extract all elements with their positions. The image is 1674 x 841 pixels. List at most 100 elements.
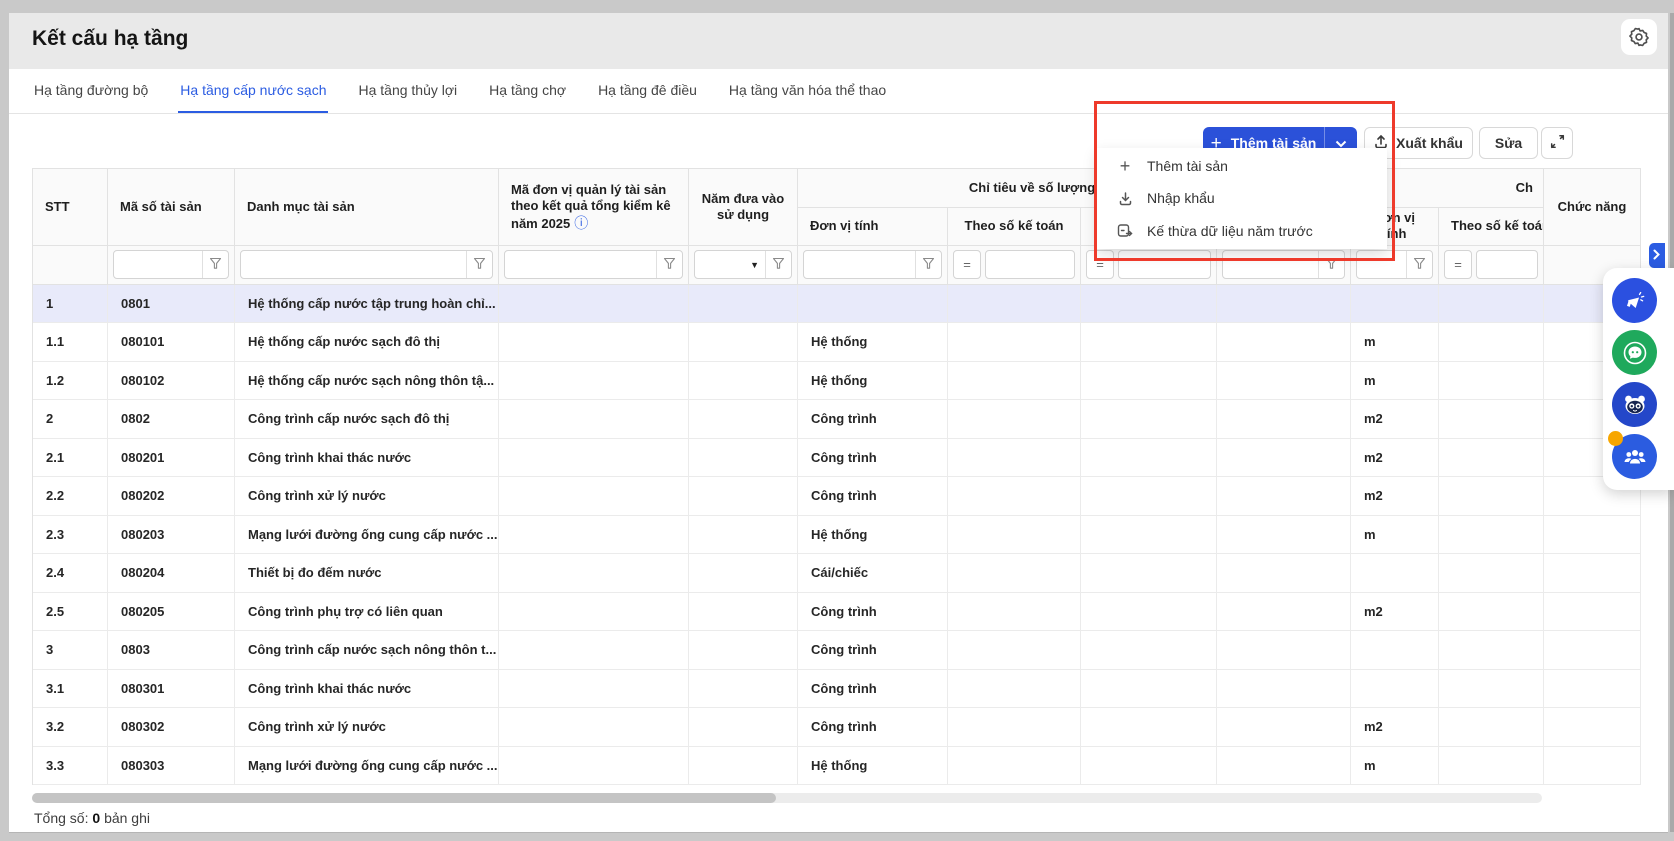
row-3.2-cell-inventory[interactable] xyxy=(1081,708,1217,747)
row-3.2-cell-unit2[interactable]: m2 xyxy=(1351,708,1439,747)
row-1.1-cell-inventory[interactable] xyxy=(1081,323,1217,362)
row-3-cell-unit2[interactable] xyxy=(1351,631,1439,670)
row-2.5-cell-year[interactable] xyxy=(689,592,798,631)
row-2-cell-inventory[interactable] xyxy=(1081,400,1217,439)
row-2.3-cell-unit_code[interactable] xyxy=(499,515,689,554)
row-1.2-cell-inventory[interactable] xyxy=(1081,361,1217,400)
row-3.1-cell-inventory[interactable] xyxy=(1081,669,1217,708)
horizontal-scrollbar-thumb[interactable] xyxy=(32,793,776,803)
edit-button[interactable]: Sửa xyxy=(1479,127,1538,159)
filter-input-accounting[interactable] xyxy=(986,251,1074,278)
row-1.2-cell-accounting[interactable] xyxy=(948,361,1081,400)
filter-input-year[interactable]: ▼ xyxy=(695,251,765,278)
col-header-stt[interactable]: STT xyxy=(33,169,108,246)
row-1-cell-unit[interactable] xyxy=(798,284,948,323)
filter-operator-inventory[interactable]: = xyxy=(1086,250,1114,280)
row-2-cell-unit_code[interactable] xyxy=(499,400,689,439)
row-3.2-cell-function[interactable] xyxy=(1544,708,1641,747)
row-3.1-cell-year[interactable] xyxy=(689,669,798,708)
community-fab[interactable] xyxy=(1608,431,1657,479)
tab-duong-bo[interactable]: Hạ tầng đường bộ xyxy=(32,69,150,113)
row-2.4-cell-code[interactable]: 080204 xyxy=(108,554,235,593)
filter-funnel-button[interactable] xyxy=(915,251,941,279)
row-2.5-cell-category[interactable]: Công trình phụ trợ có liên quan xyxy=(235,592,499,631)
row-3-cell-accounting2[interactable] xyxy=(1439,631,1544,670)
row-2.4-cell-unit2[interactable] xyxy=(1351,554,1439,593)
filter-funnel-button[interactable] xyxy=(466,251,492,279)
row-2.5-cell-inventory[interactable] xyxy=(1081,592,1217,631)
row-3-cell-inventory[interactable] xyxy=(1081,631,1217,670)
row-3.2-cell-code[interactable]: 080302 xyxy=(108,708,235,747)
menu-item-3[interactable]: Kế thừa dữ liệu năm trước xyxy=(1097,215,1387,246)
row-3.3-cell-accounting2[interactable] xyxy=(1439,746,1544,785)
row-1.2-cell-code[interactable]: 080102 xyxy=(108,361,235,400)
row-1.1-cell-accounting2[interactable] xyxy=(1439,323,1544,362)
row-1.2-cell-unit[interactable]: Hệ thống xyxy=(798,361,948,400)
row-2.1-cell-category[interactable]: Công trình khai thác nước xyxy=(235,438,499,477)
row-2.1-cell-accounting2[interactable] xyxy=(1439,438,1544,477)
row-3.2-cell-category[interactable]: Công trình xử lý nước xyxy=(235,708,499,747)
filter-input-category[interactable] xyxy=(241,251,466,278)
filter-funnel-button[interactable] xyxy=(1318,251,1344,279)
row-2.1-cell-stt[interactable]: 2.1 xyxy=(33,438,108,477)
menu-item-1[interactable]: + Thêm tài sản xyxy=(1097,151,1387,182)
tab-de-dieu[interactable]: Hạ tầng đê điều xyxy=(596,69,699,113)
col-header-year[interactable]: Năm đưa vào sử dụng xyxy=(689,169,798,246)
row-1.1-cell-unit2[interactable]: m xyxy=(1351,323,1439,362)
row-2.1-cell-unit_code[interactable] xyxy=(499,438,689,477)
filter-input-unit_code[interactable] xyxy=(505,251,656,278)
row-1.2-cell-hidden[interactable] xyxy=(1217,361,1351,400)
filter-cell-inventory[interactable]: = xyxy=(1081,246,1217,285)
row-3.1-cell-function[interactable] xyxy=(1544,669,1641,708)
row-3.1-cell-unit[interactable]: Công trình xyxy=(798,669,948,708)
row-2.4-cell-unit[interactable]: Cái/chiếc xyxy=(798,554,948,593)
row-2.4-cell-accounting2[interactable] xyxy=(1439,554,1544,593)
announcement-fab[interactable] xyxy=(1612,278,1657,323)
row-3.2-cell-year[interactable] xyxy=(689,708,798,747)
filter-funnel-button[interactable] xyxy=(765,251,791,279)
row-3-cell-category[interactable]: Công trình cấp nước sạch nông thôn t... xyxy=(235,631,499,670)
row-2.5-cell-accounting[interactable] xyxy=(948,592,1081,631)
filter-input-hidden[interactable] xyxy=(1223,251,1318,278)
row-1.1-cell-year[interactable] xyxy=(689,323,798,362)
row-2.2-cell-accounting[interactable] xyxy=(948,477,1081,516)
col-header-accounting2[interactable]: Theo số kế toán xyxy=(1439,207,1544,246)
filter-cell-accounting[interactable]: = xyxy=(948,246,1081,285)
row-2-cell-unit2[interactable]: m2 xyxy=(1351,400,1439,439)
row-2.2-cell-hidden[interactable] xyxy=(1217,477,1351,516)
row-2.3-cell-hidden[interactable] xyxy=(1217,515,1351,554)
row-1.1-cell-code[interactable]: 080101 xyxy=(108,323,235,362)
row-1.2-cell-category[interactable]: Hệ thống cấp nước sạch nông thôn tậ... xyxy=(235,361,499,400)
side-panel-toggle[interactable] xyxy=(1649,243,1665,268)
col-header-code[interactable]: Mã số tài sản xyxy=(108,169,235,246)
row-2.5-cell-function[interactable] xyxy=(1544,592,1641,631)
row-3-cell-function[interactable] xyxy=(1544,631,1641,670)
row-2.2-cell-unit[interactable]: Công trình xyxy=(798,477,948,516)
row-2.1-cell-year[interactable] xyxy=(689,438,798,477)
row-1-cell-unit2[interactable] xyxy=(1351,284,1439,323)
row-2.3-cell-accounting[interactable] xyxy=(948,515,1081,554)
row-2.5-cell-accounting2[interactable] xyxy=(1439,592,1544,631)
info-icon[interactable]: ⓘ xyxy=(574,215,588,231)
horizontal-scrollbar[interactable] xyxy=(32,793,1542,803)
filter-cell-unit[interactable] xyxy=(798,246,948,285)
row-1-cell-code[interactable]: 0801 xyxy=(108,284,235,323)
row-2.3-cell-stt[interactable]: 2.3 xyxy=(33,515,108,554)
filter-operator-accounting[interactable]: = xyxy=(953,250,981,280)
row-1.1-cell-unit_code[interactable] xyxy=(499,323,689,362)
row-2.1-cell-hidden[interactable] xyxy=(1217,438,1351,477)
row-3-cell-accounting[interactable] xyxy=(948,631,1081,670)
row-3.1-cell-unit2[interactable] xyxy=(1351,669,1439,708)
row-2.1-cell-unit2[interactable]: m2 xyxy=(1351,438,1439,477)
row-2.4-cell-category[interactable]: Thiết bị đo đếm nước xyxy=(235,554,499,593)
row-3.3-cell-unit2[interactable]: m xyxy=(1351,746,1439,785)
row-1-cell-year[interactable] xyxy=(689,284,798,323)
row-3.1-cell-category[interactable]: Công trình khai thác nước xyxy=(235,669,499,708)
row-2.2-cell-category[interactable]: Công trình xử lý nước xyxy=(235,477,499,516)
dropdown-caret-icon[interactable]: ▼ xyxy=(750,260,759,270)
col-header-unit-code[interactable]: Mã đơn vị quản lý tài sản theo kết quả t… xyxy=(499,169,689,246)
row-1.2-cell-unit2[interactable]: m xyxy=(1351,361,1439,400)
row-2.2-cell-code[interactable]: 080202 xyxy=(108,477,235,516)
row-3.3-cell-code[interactable]: 080303 xyxy=(108,746,235,785)
row-2.4-cell-unit_code[interactable] xyxy=(499,554,689,593)
